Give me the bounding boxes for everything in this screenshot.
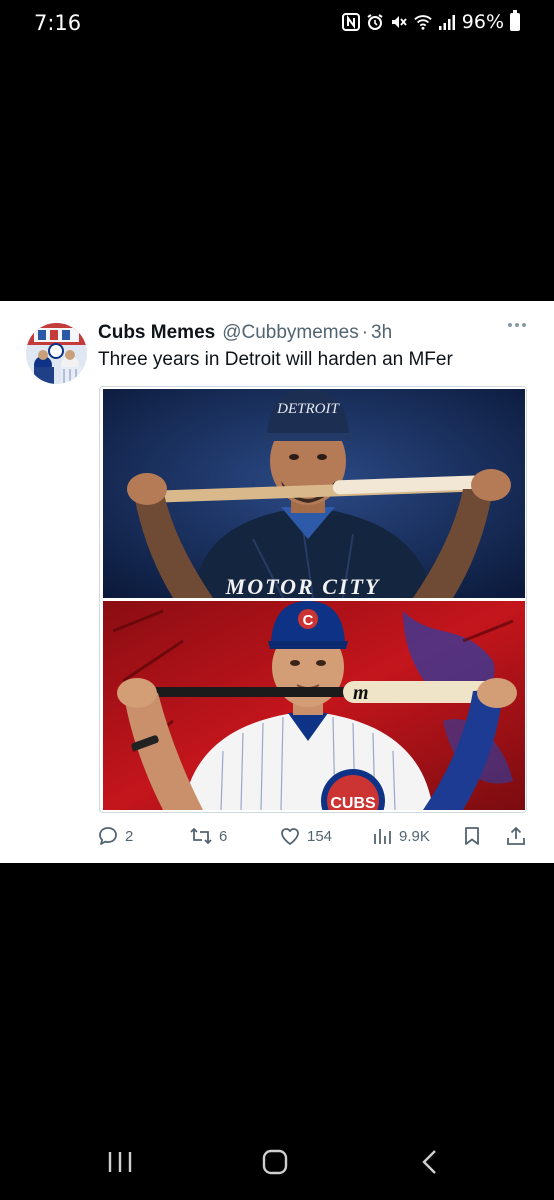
bookmark-button[interactable] xyxy=(461,825,483,847)
status-bar: 7:16 96% xyxy=(0,0,554,50)
more-dot xyxy=(522,323,526,327)
detroit-photo: DETROIT MOTOR CITY xyxy=(103,389,525,598)
share-icon xyxy=(507,826,525,845)
reply-count: 2 xyxy=(125,827,134,845)
reply-button[interactable]: 2 xyxy=(97,825,133,847)
more-dot xyxy=(508,323,512,327)
share-button[interactable] xyxy=(505,825,527,847)
avatar[interactable] xyxy=(26,323,87,384)
cubs-logo-text: CUBS xyxy=(330,795,376,810)
tweet-time[interactable]: 3h xyxy=(371,322,392,344)
media-photo-cubs[interactable]: CUBS C m xyxy=(103,601,525,810)
home-icon[interactable] xyxy=(261,1148,289,1176)
bookmark-icon xyxy=(465,827,479,845)
more-dot xyxy=(515,323,519,327)
media-photo-detroit[interactable]: DETROIT MOTOR CITY xyxy=(103,389,525,598)
system-nav-bar xyxy=(0,1130,554,1200)
user-handle[interactable]: @Cubbymemes xyxy=(222,322,359,344)
display-name[interactable]: Cubs Memes xyxy=(98,322,215,344)
battery-percent: 96% xyxy=(461,11,504,33)
cubs-cap-text: C xyxy=(303,612,314,629)
separator-dot: · xyxy=(361,322,369,343)
heart-icon xyxy=(281,828,299,845)
bat-brand-text: m xyxy=(353,682,369,704)
views-count: 9.9K xyxy=(399,827,430,845)
recent-apps-icon[interactable] xyxy=(107,1148,133,1176)
avatar-image xyxy=(26,323,87,384)
alarm-icon xyxy=(367,14,383,30)
views-button[interactable]: 9.9K xyxy=(371,825,430,847)
wifi-icon xyxy=(414,15,432,30)
battery-icon xyxy=(510,10,520,31)
status-icons: 96% xyxy=(341,10,520,33)
retweet-count: 6 xyxy=(219,827,228,845)
retweet-icon xyxy=(190,827,212,845)
nfc-icon xyxy=(341,13,360,31)
motor-city-text: MOTOR CITY xyxy=(225,574,381,598)
cubs-photo: CUBS C m xyxy=(103,601,525,810)
mute-icon xyxy=(391,16,407,28)
like-button[interactable]: 154 xyxy=(279,825,332,847)
tweet-media[interactable]: DETROIT MOTOR CITY CUBS C m xyxy=(99,386,527,813)
reply-icon xyxy=(99,827,117,845)
tweet-card[interactable]: Cubs Memes @Cubbymemes · 3h Three years … xyxy=(0,301,554,863)
tweet-actions: 2 6 154 9.9K xyxy=(97,825,530,851)
tweet-header: Cubs Memes @Cubbymemes · 3h xyxy=(98,320,530,346)
analytics-icon xyxy=(374,829,391,844)
like-count: 154 xyxy=(307,827,333,845)
tweet-text: Three years in Detroit will harden an MF… xyxy=(98,349,453,370)
detroit-cap-text: DETROIT xyxy=(276,401,340,417)
back-icon[interactable] xyxy=(420,1148,440,1176)
retweet-button[interactable]: 6 xyxy=(189,825,227,847)
status-time: 7:16 xyxy=(34,11,82,35)
signal-icon xyxy=(438,15,455,30)
more-options-button[interactable] xyxy=(508,323,526,327)
